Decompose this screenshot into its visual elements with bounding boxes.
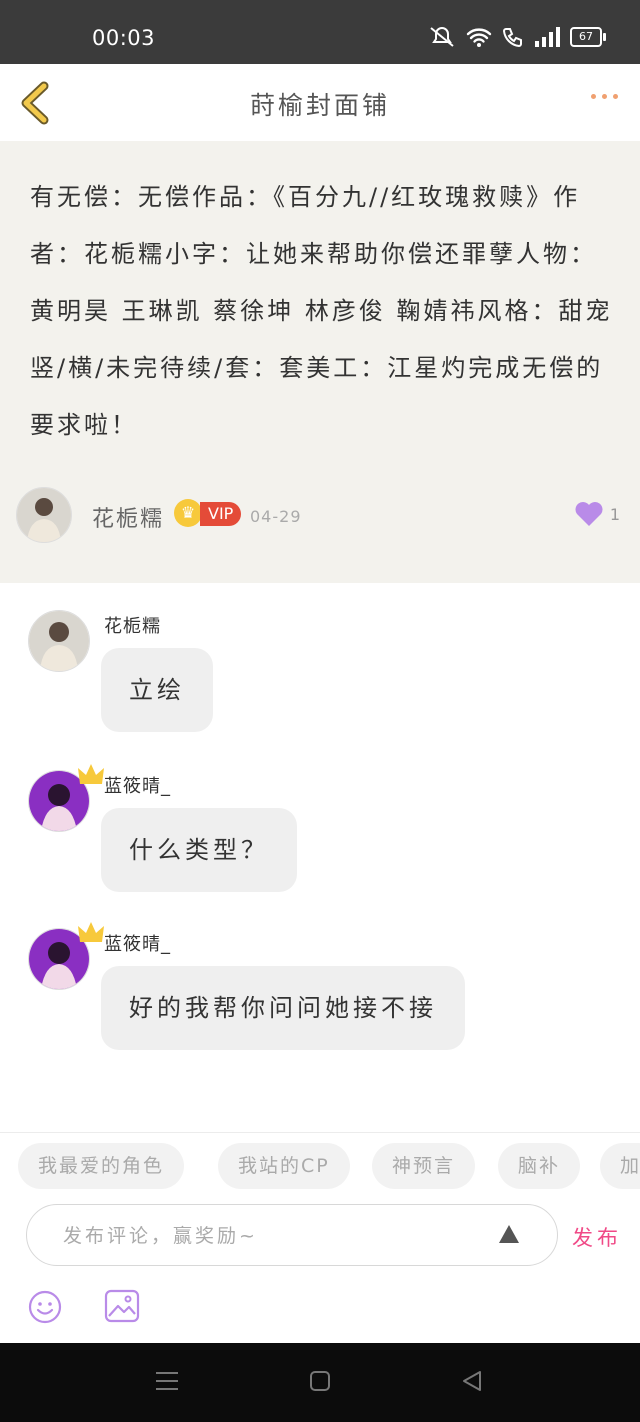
post-meta: 花栀糯 ♛ VIP 04-29 1 [16, 487, 624, 543]
system-nav-bar [0, 1343, 640, 1422]
top-nav: 莳榆封面铺 [0, 64, 640, 142]
post-author-name[interactable]: 花栀糯 [92, 501, 164, 533]
avatar-image [29, 611, 89, 671]
comment-input[interactable] [61, 1205, 485, 1267]
commenter-avatar[interactable] [28, 610, 90, 672]
post-card: 有无偿：无偿作品：《百分九//红玫瑰救赎》作者：花栀糯小字：让她来帮助你偿还罪孽… [0, 141, 640, 583]
home-icon[interactable] [308, 1369, 332, 1393]
more-button[interactable] [591, 94, 618, 99]
status-icons: 67 [428, 26, 606, 48]
menu-icon[interactable] [154, 1369, 180, 1393]
topic-tags: 我最爱的角色 我站的CP 神预言 脑补 加 [0, 1132, 640, 1201]
tag-chip[interactable]: 神预言 [372, 1143, 476, 1189]
back-nav-icon[interactable] [460, 1369, 484, 1393]
crown-icon: ♛ [174, 499, 202, 527]
page-title: 莳榆封面铺 [249, 91, 390, 120]
post-content: 有无偿：无偿作品：《百分九//红玫瑰救赎》作者：花栀糯小字：让她来帮助你偿还罪孽… [30, 183, 613, 439]
crown-icon [78, 764, 104, 784]
tag-chip[interactable]: 加 [600, 1143, 640, 1189]
comment-bubble[interactable]: 好的我帮你问问她接不接 [101, 966, 465, 1050]
mute-icon [430, 27, 454, 47]
crown-icon [78, 922, 104, 942]
commenter-name[interactable]: 蓝筱晴_ [104, 772, 171, 798]
comment-box [26, 1204, 558, 1267]
call-icon [502, 28, 522, 48]
triangle-up-icon[interactable] [497, 1223, 521, 1245]
battery-icon: 67 [570, 27, 606, 47]
like-count: 1 [609, 505, 620, 524]
status-bar: 00:03 67 [0, 0, 640, 64]
more-dot [613, 94, 618, 99]
wifi-icon [466, 28, 492, 47]
image-icon[interactable] [104, 1288, 140, 1324]
publish-button[interactable]: 发布 [572, 1222, 622, 1252]
more-dot [602, 94, 607, 99]
commenter-name[interactable]: 花栀糯 [104, 612, 161, 638]
avatar-image [17, 488, 71, 542]
tag-chip[interactable]: 我站的CP [218, 1143, 350, 1189]
more-dot [591, 94, 596, 99]
emoji-icon[interactable] [28, 1290, 62, 1324]
commenter-name[interactable]: 蓝筱晴_ [104, 930, 171, 956]
vip-badge: VIP [200, 502, 242, 526]
comment-bubble[interactable]: 什么类型？ [101, 808, 297, 892]
comment-composer: 发布 [0, 1200, 640, 1343]
author-avatar[interactable] [16, 487, 72, 543]
heart-icon[interactable] [574, 501, 604, 527]
comment-bubble[interactable]: 立绘 [101, 648, 213, 732]
post-date: 04-29 [250, 507, 302, 526]
tag-chip[interactable]: 我最爱的角色 [18, 1143, 185, 1189]
tag-chip[interactable]: 脑补 [498, 1143, 581, 1189]
status-time: 00:03 [92, 26, 156, 50]
signal-icon [535, 27, 560, 47]
